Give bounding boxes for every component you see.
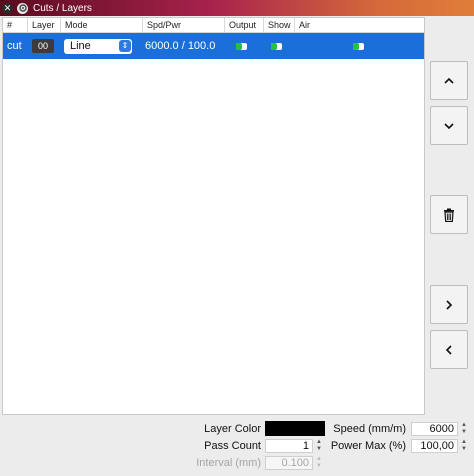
mode-cell: Line ⇕ xyxy=(64,33,132,59)
table-row[interactable]: cut 00 Line ⇕ 6000.0 / 100.0 xyxy=(3,33,424,59)
table-header: # Layer Mode Spd/Pwr Output Show Air xyxy=(3,18,424,33)
layer-number[interactable]: 00 xyxy=(32,39,54,53)
col-number[interactable]: # xyxy=(3,18,28,32)
power-max-stepper[interactable]: ▲ ▼ xyxy=(460,439,468,453)
delete-button[interactable] xyxy=(430,195,468,234)
layers-table: # Layer Mode Spd/Pwr Output Show Air cut… xyxy=(2,17,425,415)
col-layer[interactable]: Layer xyxy=(28,18,61,32)
col-air[interactable]: Air xyxy=(295,18,424,32)
show-toggle[interactable] xyxy=(271,42,282,50)
close-icon[interactable]: ✕ xyxy=(2,2,13,14)
interval-input[interactable]: 0.100 xyxy=(265,456,313,470)
layer-color-swatch[interactable] xyxy=(265,421,325,436)
pass-count-label: Pass Count xyxy=(204,440,261,452)
layer-color-label: Layer Color xyxy=(204,423,261,435)
layer-cell: 00 xyxy=(32,33,54,59)
pass-count-stepper[interactable]: ▲ ▼ xyxy=(315,439,323,453)
interval-stepper[interactable]: ▲ ▼ xyxy=(315,456,323,470)
interval-label: Interval (mm) xyxy=(196,457,261,469)
title-bar: ✕ Cuts / Layers xyxy=(0,0,474,16)
chevron-up-icon xyxy=(444,77,454,84)
power-max-label: Power Max (%) xyxy=(330,440,406,452)
air-cell xyxy=(353,33,364,59)
move-down-button[interactable] xyxy=(430,106,468,145)
show-cell xyxy=(271,33,282,59)
mode-value: Line xyxy=(70,40,91,52)
previous-button[interactable] xyxy=(430,330,468,369)
spd-pwr-value[interactable]: 6000.0 / 100.0 xyxy=(145,33,215,59)
trash-icon xyxy=(444,208,454,222)
row-name: cut xyxy=(7,40,22,52)
power-max-input[interactable]: 100,00 xyxy=(411,439,458,453)
col-spd-pwr[interactable]: Spd/Pwr xyxy=(143,18,225,32)
window-title: Cuts / Layers xyxy=(33,2,92,14)
col-output[interactable]: Output xyxy=(225,18,264,32)
chevron-left-icon xyxy=(445,344,452,355)
app-icon xyxy=(17,2,28,14)
speed-input[interactable]: 6000 xyxy=(411,422,458,436)
next-button[interactable] xyxy=(430,285,468,324)
col-show[interactable]: Show xyxy=(264,18,295,32)
move-up-button[interactable] xyxy=(430,61,468,100)
output-toggle[interactable] xyxy=(236,42,247,50)
speed-label: Speed (mm/m) xyxy=(333,423,406,435)
output-cell xyxy=(236,33,247,59)
col-mode[interactable]: Mode xyxy=(61,18,143,32)
mode-select[interactable]: Line ⇕ xyxy=(64,38,132,54)
updown-chevron-icon: ⇕ xyxy=(119,39,131,52)
speed-stepper[interactable]: ▲ ▼ xyxy=(460,422,468,436)
air-toggle[interactable] xyxy=(353,42,364,50)
chevron-down-icon xyxy=(444,122,454,129)
chevron-right-icon xyxy=(446,299,453,310)
pass-count-input[interactable]: 1 xyxy=(265,439,313,453)
